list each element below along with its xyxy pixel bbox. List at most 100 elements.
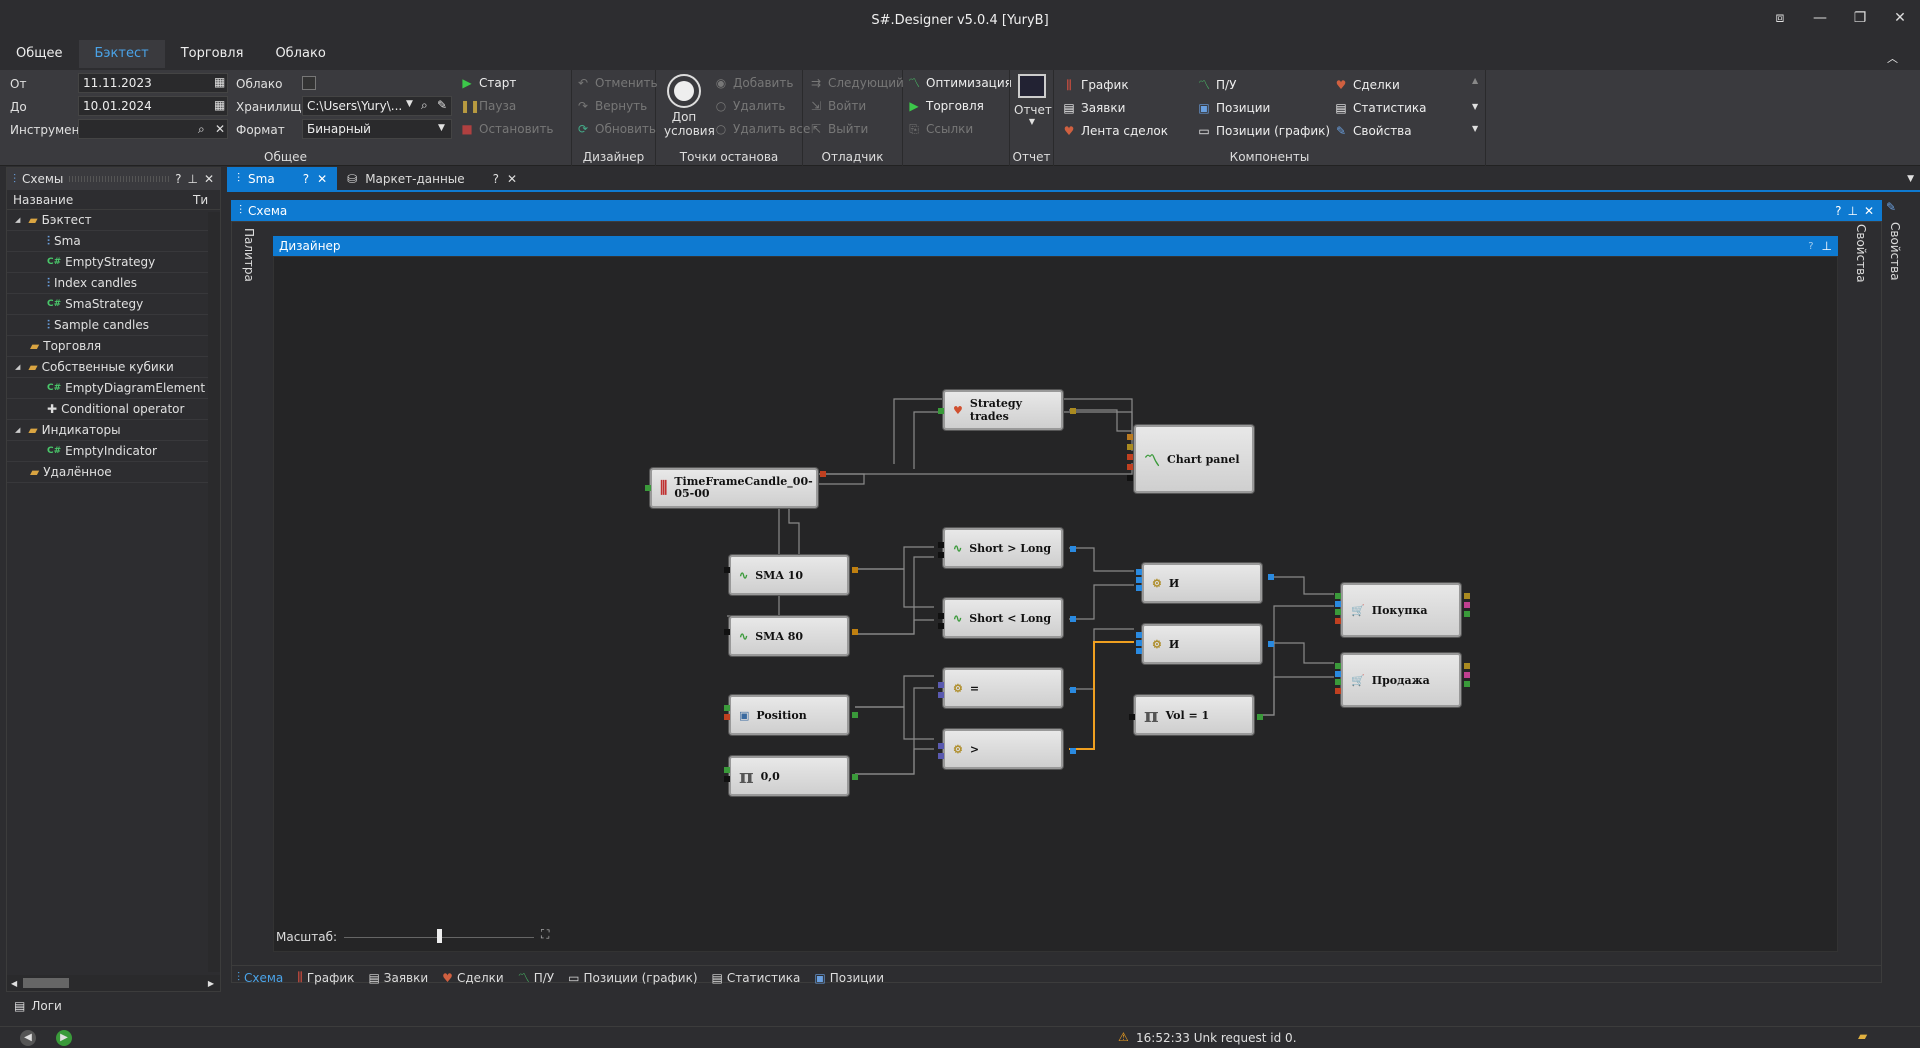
connection-wire[interactable]	[855, 706, 934, 740]
chevron-down-icon[interactable]: ▼	[438, 123, 445, 133]
node-port[interactable]	[1335, 618, 1341, 624]
remove-breakpoint-button[interactable]: ○ Удалить	[714, 99, 786, 113]
node-port[interactable]	[1136, 577, 1142, 583]
folder-icon[interactable]: ▰	[1858, 1029, 1867, 1043]
minimize-button[interactable]: —	[1800, 0, 1840, 36]
node-port[interactable]	[1136, 569, 1142, 575]
scroll-up-icon[interactable]: ▲	[1472, 76, 1478, 85]
node-strategy-trades[interactable]: ♥ Strategy trades	[943, 390, 1063, 430]
node-short-lt-long[interactable]: ∿ Short < Long	[943, 598, 1063, 638]
pause-button[interactable]: ❚❚ Пауза	[460, 99, 516, 113]
component-statistics[interactable]: ▤ Статистика	[1334, 101, 1426, 115]
report-button[interactable]: Отчет ▼	[1014, 74, 1052, 126]
col-type-header[interactable]: Ти	[193, 193, 208, 207]
scroll-right-icon[interactable]: ▶	[208, 979, 214, 988]
connection-wire[interactable]	[1069, 641, 1134, 750]
pin-icon[interactable]: ⊥	[1822, 239, 1832, 253]
expand-icon[interactable]: ◢	[15, 363, 20, 371]
node-port[interactable]	[1335, 663, 1341, 669]
bottom-tab-orders[interactable]: ▤ Заявки	[368, 971, 428, 985]
cloud-checkbox[interactable]	[302, 76, 316, 90]
node-port[interactable]	[1335, 609, 1341, 615]
help-icon[interactable]: ?	[493, 172, 499, 186]
node-port[interactable]	[938, 408, 944, 414]
node-port[interactable]	[1335, 671, 1341, 677]
start-button[interactable]: ▶ Старт	[460, 76, 516, 90]
component-positions-chart[interactable]: ▭ Позиции (график)	[1197, 124, 1330, 138]
tree-item[interactable]: ▰ Удалённое	[7, 462, 220, 483]
node-and-1[interactable]: ⚙ И	[1142, 563, 1262, 603]
node-port[interactable]	[1335, 601, 1341, 607]
node-port[interactable]	[852, 712, 858, 718]
optimization-button[interactable]: 〽 Оптимизация	[907, 76, 1012, 90]
node-port[interactable]	[1136, 648, 1142, 654]
node-port[interactable]	[1464, 593, 1470, 599]
node-zero[interactable]: π 0,0	[729, 756, 849, 796]
component-orders[interactable]: ▤ Заявки	[1062, 101, 1125, 115]
calendar-icon[interactable]: ▦	[214, 75, 225, 89]
scale-slider-thumb[interactable]	[437, 929, 442, 943]
chevron-down-icon[interactable]: ▼	[406, 99, 413, 109]
close-button[interactable]: ✕	[1880, 0, 1920, 36]
node-port[interactable]	[1070, 546, 1076, 552]
node-port[interactable]	[1070, 408, 1076, 414]
tree-item[interactable]: ⫶ Index candles	[7, 273, 220, 294]
tree-item[interactable]: ⫶ Sample candles	[7, 315, 220, 336]
connection-wire[interactable]	[1268, 642, 1334, 664]
pin-icon[interactable]: ⊥	[187, 172, 197, 186]
undo-button[interactable]: ↶ Отменить	[576, 76, 658, 90]
links-button[interactable]: ⎘ Ссылки	[907, 122, 973, 136]
bottom-tab-trades[interactable]: ♥ Сделки	[442, 971, 504, 985]
add-breakpoint-button[interactable]: ◉ Добавить	[714, 76, 794, 90]
tree-item[interactable]: C# SmaStrategy	[7, 294, 220, 315]
connection-wire[interactable]	[818, 463, 1133, 475]
tab-general[interactable]: Общее	[0, 40, 79, 68]
node-port[interactable]	[1335, 593, 1341, 599]
connection-wire[interactable]	[855, 568, 934, 608]
node-sma10[interactable]: ∿ SMA 10	[729, 555, 849, 595]
node-volume[interactable]: π Vol = 1	[1134, 695, 1254, 735]
component-pnl[interactable]: 〽 П/У	[1197, 78, 1236, 92]
logs-panel-tab[interactable]: ▤ Логи	[6, 995, 1920, 1017]
node-port[interactable]	[852, 629, 858, 635]
node-port[interactable]	[938, 542, 944, 548]
help-icon[interactable]: ?	[175, 172, 181, 186]
node-greater[interactable]: ⚙ >	[943, 729, 1063, 769]
node-port[interactable]	[938, 682, 944, 688]
back-icon[interactable]: ◀	[20, 1030, 36, 1046]
node-port[interactable]	[852, 774, 858, 780]
node-port[interactable]	[1464, 672, 1470, 678]
node-port[interactable]	[1070, 616, 1076, 622]
component-trades[interactable]: ♥ Сделки	[1334, 78, 1400, 92]
forward-icon[interactable]: ▶	[56, 1030, 72, 1046]
tab-trading[interactable]: Торговля	[165, 40, 260, 68]
node-port[interactable]	[820, 471, 826, 477]
bottom-tab-pnl[interactable]: 〽 П/У	[518, 969, 554, 986]
node-buy[interactable]: 🛒 Покупка	[1341, 583, 1461, 637]
tree-item[interactable]: ◢ ▰ Собственные кубики	[7, 357, 220, 378]
doc-tab-market-data[interactable]: ⛁ Маркет-данные ? ✕	[337, 167, 527, 190]
clear-icon[interactable]: ✕	[215, 122, 225, 136]
connection-wire[interactable]	[1069, 628, 1134, 690]
node-port[interactable]	[1257, 714, 1263, 720]
tree-item[interactable]: ⫶ Sma	[7, 231, 220, 252]
component-trade-tape[interactable]: ♥ Лента сделок	[1062, 124, 1168, 138]
tree-item[interactable]: ◢ ▰ Бэктест	[7, 210, 220, 231]
palette-tab[interactable]: Палитра	[242, 228, 256, 282]
bottom-tab-schema[interactable]: ⫶ Схема	[237, 970, 283, 985]
to-date-field[interactable]: 10.01.2024	[78, 96, 228, 116]
bottom-tab-chart[interactable]: ⫼ График	[297, 970, 354, 985]
stop-button[interactable]: ■ Остановить	[460, 122, 553, 136]
close-icon[interactable]: ✕	[317, 172, 327, 186]
refresh-button[interactable]: ⟳ Обновить	[576, 122, 656, 136]
node-and-2[interactable]: ⚙ И	[1142, 624, 1262, 664]
close-icon[interactable]: ✕	[1864, 204, 1874, 218]
step-out-button[interactable]: ⇱ Выйти	[809, 122, 868, 136]
scroll-thumb[interactable]	[23, 978, 70, 988]
node-candles[interactable]: ⫼ TimeFrameCandle_00-05-00	[650, 468, 818, 508]
node-port[interactable]	[1127, 454, 1133, 460]
node-port[interactable]	[938, 623, 944, 629]
node-port[interactable]	[1127, 434, 1133, 440]
tab-backtest[interactable]: Бэктест	[78, 40, 165, 68]
node-port[interactable]	[724, 714, 730, 720]
